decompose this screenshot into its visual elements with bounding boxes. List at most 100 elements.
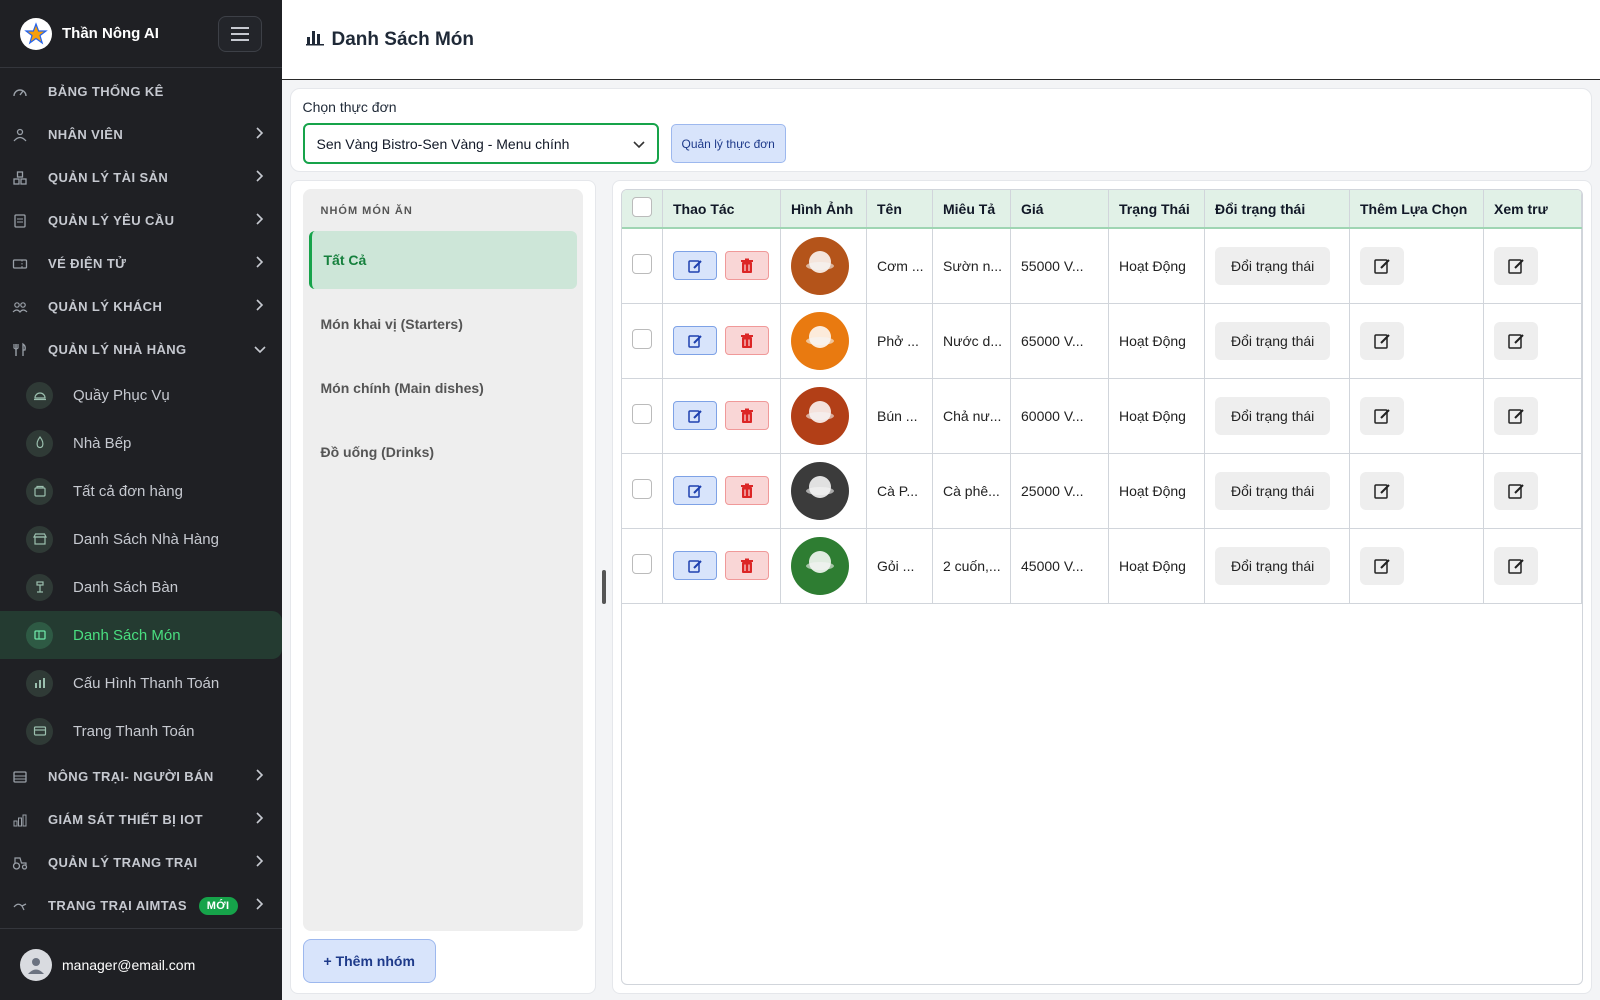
sidebar-item-quan-ly-trang-trai[interactable]: QUẢN LÝ TRANG TRẠI bbox=[0, 841, 282, 884]
sidebar-subitem-label: Cấu Hình Thanh Toán bbox=[73, 674, 220, 692]
dish-name: Cà P... bbox=[866, 453, 933, 529]
edit-icon[interactable] bbox=[673, 551, 717, 580]
add-group-button[interactable]: + Thêm nhóm bbox=[302, 939, 436, 983]
menu-select[interactable]: Sen Vàng Bistro-Sen Vàng - Menu chính bbox=[302, 123, 659, 164]
sidebar-subitem-tat-ca-don-hang[interactable]: Tất cả đơn hàng bbox=[0, 467, 282, 515]
preview-edit-icon[interactable] bbox=[1494, 396, 1538, 435]
sidebar-subitem-danh-sach-nha-hang[interactable]: Danh Sách Nhà Hàng bbox=[0, 515, 282, 563]
edit-options-icon[interactable] bbox=[1360, 396, 1404, 435]
table-row[interactable]: Gỏi ... 2 cuốn,... 45000 V... Hoạt Động Đổi … bbox=[621, 528, 1582, 604]
trash-icon[interactable] bbox=[725, 476, 769, 505]
column-header-hinh-anh[interactable]: Hình Ảnh bbox=[780, 190, 867, 228]
kitchen-icon bbox=[26, 429, 53, 457]
toggle-status-button[interactable]: Đổi trạng thái bbox=[1215, 471, 1331, 510]
group-item[interactable]: Món chính (Main dishes) bbox=[309, 359, 577, 417]
sidebar-subitem-danh-sach-ban[interactable]: Danh Sách Bàn bbox=[0, 563, 282, 611]
content-area: NHÓM MÓN ĂN Tất Cả Món khai vị (Starters)… bbox=[289, 180, 1592, 994]
column-header-gia[interactable]: Giá bbox=[1010, 190, 1109, 228]
table-row[interactable]: Bún ... Chả nư... 60000 V... Hoạt Động Đổi t… bbox=[621, 378, 1582, 454]
sidebar-item-quan-ly-khach[interactable]: QUẢN LÝ KHÁCH bbox=[0, 285, 282, 328]
sidebar-subitem-label: Quầy Phục Vụ bbox=[73, 386, 170, 404]
toggle-status-button[interactable]: Đổi trạng thái bbox=[1215, 246, 1331, 285]
edit-icon[interactable] bbox=[673, 251, 717, 281]
edit-icon[interactable] bbox=[673, 401, 717, 430]
sidebar-item-label: NÔNG TRẠI- NGƯỜI BÁN bbox=[48, 769, 214, 784]
edit-icon[interactable] bbox=[673, 476, 717, 505]
table-row[interactable]: Cơm ... Sườn n... 55000 V... Hoạt Động Đổi t… bbox=[621, 228, 1582, 304]
manage-menu-button[interactable]: Quản lý thực đơn bbox=[670, 124, 786, 163]
preview-edit-icon[interactable] bbox=[1494, 246, 1538, 285]
sidebar-subitem-nha-bep[interactable]: Nhà Bếp bbox=[0, 419, 282, 467]
dish-price: 45000 V... bbox=[1010, 528, 1109, 604]
sidebar-subitem-danh-sach-mon[interactable]: Danh Sách Món bbox=[0, 611, 282, 659]
dish-image bbox=[791, 311, 849, 370]
dish-image bbox=[791, 236, 849, 295]
dish-name: Cơm ... bbox=[866, 228, 933, 304]
toggle-status-button[interactable]: Đổi trạng thái bbox=[1215, 396, 1331, 435]
sidebar-subitem-cau-hinh-thanh-toan[interactable]: Cấu Hình Thanh Toán bbox=[0, 659, 282, 707]
sidebar-item-giam-sat-thiet-bi-iot[interactable]: GIÁM SÁT THIẾT BỊ IOT bbox=[0, 798, 282, 841]
user-profile[interactable]: manager@email.com bbox=[0, 928, 282, 1000]
column-header-mieu-ta[interactable]: Miêu Tả bbox=[932, 190, 1011, 228]
select-all-checkbox[interactable] bbox=[631, 197, 652, 217]
trash-icon[interactable] bbox=[725, 326, 769, 355]
toggle-status-cell: Đổi trạng thái bbox=[1204, 528, 1350, 604]
sidebar-item-nhan-vien[interactable]: NHÂN VIÊN bbox=[0, 113, 282, 156]
edit-options-icon[interactable] bbox=[1360, 471, 1404, 510]
panel-splitter[interactable] bbox=[600, 180, 608, 994]
sidebar-subitem-label: Tất cả đơn hàng bbox=[73, 482, 183, 500]
table-row[interactable]: Cà P... Cà phê... 25000 V... Hoạt Động Đổi t… bbox=[621, 453, 1582, 529]
preview-edit-icon[interactable] bbox=[1494, 471, 1538, 510]
column-header-doi-trang-thai[interactable]: Đổi trạng thái bbox=[1204, 190, 1350, 228]
page-title: Danh Sách Món bbox=[331, 28, 475, 50]
splitter-handle[interactable] bbox=[601, 570, 606, 604]
chevron-right-icon bbox=[250, 170, 270, 185]
trash-icon[interactable] bbox=[725, 551, 769, 580]
sidebar-item-quan-ly-yeu-cau[interactable]: QUẢN LÝ YÊU CẦU bbox=[0, 199, 282, 242]
sidebar-item-ve-dien-tu[interactable]: VÉ ĐIỆN TỬ bbox=[0, 242, 282, 285]
trash-icon[interactable] bbox=[725, 401, 769, 430]
dish-name: Phở ... bbox=[866, 303, 933, 379]
table-row[interactable]: Phở ... Nước d... 65000 V... Hoạt Động Đổi t… bbox=[621, 303, 1582, 379]
group-item[interactable]: Tất Cả bbox=[308, 231, 577, 289]
preview-edit-icon[interactable] bbox=[1494, 546, 1538, 585]
group-item[interactable]: Món khai vị (Starters) bbox=[309, 295, 577, 353]
sidebar-item-bang-thong-ke[interactable]: BẢNG THỐNG KÊ bbox=[0, 70, 282, 113]
dish-description: Cà phê... bbox=[932, 453, 1011, 529]
group-item[interactable]: Đồ uống (Drinks) bbox=[309, 423, 577, 481]
sidebar-item-quan-ly-tai-san[interactable]: QUẢN LÝ TÀI SẢN bbox=[0, 156, 282, 199]
trash-icon[interactable] bbox=[725, 251, 769, 281]
row-checkbox[interactable] bbox=[631, 479, 652, 499]
payment-config-icon bbox=[26, 669, 53, 697]
sidebar-subitem-quay-phuc-vu[interactable]: Quầy Phục Vụ bbox=[0, 371, 282, 419]
sidebar-item-label: QUẢN LÝ YÊU CẦU bbox=[48, 213, 175, 228]
preview-edit-icon[interactable] bbox=[1494, 321, 1538, 360]
row-checkbox[interactable] bbox=[631, 554, 652, 574]
chevron-right-icon bbox=[250, 213, 270, 228]
column-header-xem-tru[interactable]: Xem trư bbox=[1483, 190, 1582, 228]
sidebar-item-label: QUẢN LÝ TRANG TRẠI bbox=[48, 855, 198, 870]
toggle-status-button[interactable]: Đổi trạng thái bbox=[1215, 321, 1331, 360]
edit-icon[interactable] bbox=[673, 326, 717, 355]
edit-options-icon[interactable] bbox=[1360, 546, 1404, 585]
row-checkbox[interactable] bbox=[631, 329, 652, 349]
sidebar-item-quan-ly-nha-hang[interactable]: QUẢN LÝ NHÀ HÀNG bbox=[0, 328, 282, 371]
row-checkbox[interactable] bbox=[631, 404, 652, 424]
edit-options-icon[interactable] bbox=[1360, 321, 1404, 360]
table-header-row: Thao Tác Hình Ảnh Tên Miêu Tả Giá Trạng Thái Đ… bbox=[621, 190, 1582, 228]
sidebar-item-nong-trai-nguoi-ban[interactable]: NÔNG TRẠI- NGƯỜI BÁN bbox=[0, 755, 282, 798]
column-header-thao-tac[interactable]: Thao Tác bbox=[662, 190, 781, 228]
row-checkbox[interactable] bbox=[631, 254, 652, 275]
column-header-ten[interactable]: Tên bbox=[866, 190, 933, 228]
sidebar-subitem-trang-thanh-toan[interactable]: Trang Thanh Toán bbox=[0, 707, 282, 755]
edit-options-icon[interactable] bbox=[1360, 246, 1404, 285]
dish-status: Hoạt Động bbox=[1108, 453, 1205, 529]
sidebar-item-label: TRANG TRẠI AIMTAS bbox=[48, 898, 187, 913]
toggle-status-button[interactable]: Đổi trạng thái bbox=[1215, 546, 1331, 585]
sidebar-item-trang-trai-aimtas[interactable]: TRANG TRẠI AIMTAS MỚI bbox=[0, 884, 282, 927]
select-all-cell bbox=[621, 190, 663, 228]
hamburger-menu-icon[interactable] bbox=[217, 15, 262, 52]
column-header-them-lua-chon[interactable]: Thêm Lựa Chọn bbox=[1349, 190, 1484, 228]
iot-icon bbox=[12, 812, 36, 828]
column-header-trang-thai[interactable]: Trạng Thái bbox=[1108, 190, 1205, 228]
